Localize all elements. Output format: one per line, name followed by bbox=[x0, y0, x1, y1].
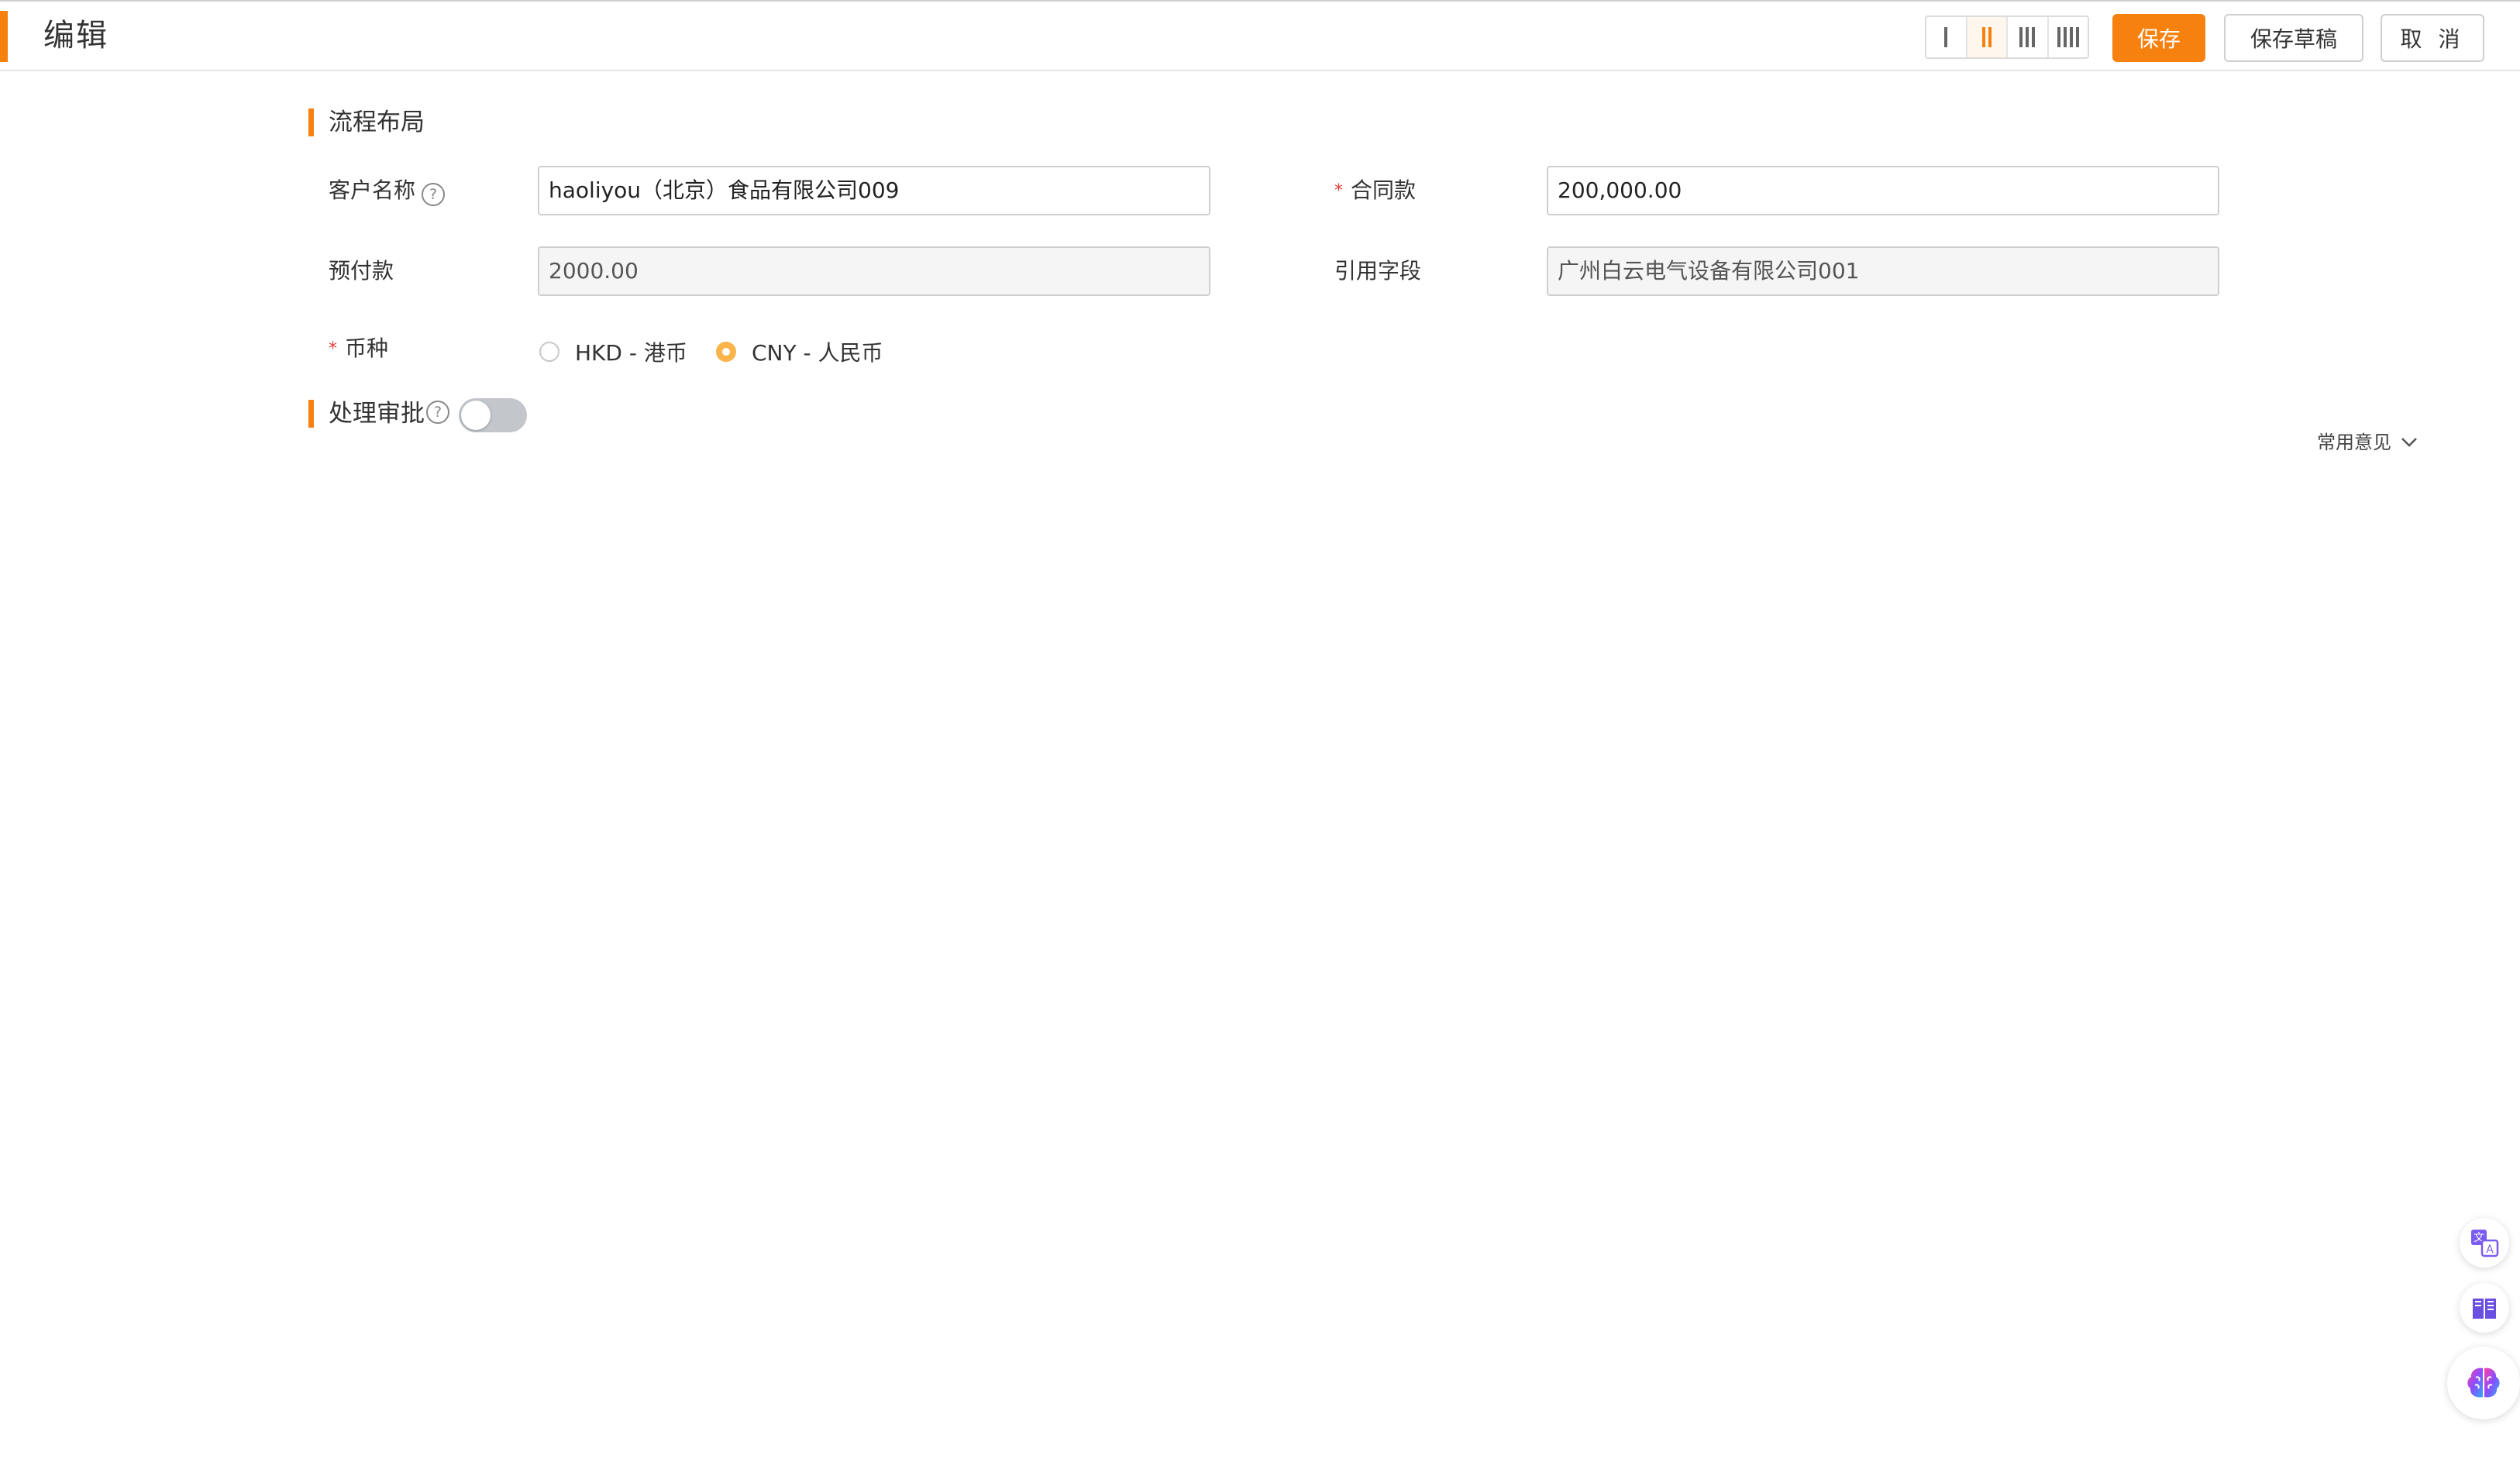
manual-button[interactable] bbox=[2460, 1283, 2509, 1333]
currency-radio-cny[interactable]: CNY - 人民币 bbox=[716, 336, 883, 367]
page: 编辑 保存 保存草稿 取 消 流程布局 客户名称? haoliyou（北京）食品… bbox=[0, 0, 2520, 1469]
layout-2-columns-button[interactable] bbox=[1967, 17, 2008, 57]
layout-1-column-button[interactable] bbox=[1926, 17, 1967, 57]
help-icon[interactable]: ? bbox=[422, 183, 446, 206]
layout-3-columns-button[interactable] bbox=[2008, 17, 2049, 57]
layout-4-columns-button[interactable] bbox=[2049, 17, 2088, 57]
three-column-icon bbox=[2019, 27, 2023, 47]
cancel-button[interactable]: 取 消 bbox=[2381, 14, 2484, 62]
currency-option-label: CNY - 人民币 bbox=[752, 340, 883, 366]
required-mark: * bbox=[1334, 181, 1343, 201]
chevron-down-icon bbox=[2401, 438, 2417, 447]
two-column-icon bbox=[1981, 27, 1985, 47]
common-opinion-label: 常用意见 bbox=[2317, 432, 2391, 453]
header-accent-bar bbox=[0, 11, 8, 62]
translate-button[interactable]: 文 A bbox=[2460, 1218, 2509, 1268]
save-draft-button[interactable]: 保存草稿 bbox=[2224, 14, 2363, 62]
prepayment-input: 2000.00 bbox=[538, 246, 1210, 296]
translate-icon: 文 A bbox=[2471, 1230, 2499, 1257]
svg-text:A: A bbox=[2486, 1244, 2494, 1256]
approval-toggle[interactable] bbox=[459, 398, 527, 432]
customer-name-input[interactable]: haoliyou（北京）食品有限公司009 bbox=[538, 166, 1210, 215]
common-opinion-dropdown[interactable]: 常用意见 bbox=[2317, 431, 2418, 454]
one-column-icon bbox=[1944, 27, 1948, 47]
section-accent-bar bbox=[308, 400, 314, 428]
customer-name-label: 客户名称? bbox=[329, 177, 446, 206]
brain-icon bbox=[2467, 1368, 2500, 1398]
toggle-knob bbox=[461, 401, 491, 430]
page-title: 编辑 bbox=[43, 18, 108, 53]
reference-field-label: 引用字段 bbox=[1334, 258, 1422, 284]
required-mark: * bbox=[329, 339, 337, 359]
column-layout-switcher bbox=[1925, 15, 2089, 59]
section-title-flow: 流程布局 bbox=[329, 108, 425, 136]
help-icon[interactable]: ? bbox=[426, 401, 449, 424]
page-header: 编辑 保存 保存草稿 取 消 bbox=[0, 0, 2520, 71]
customer-name-label-text: 客户名称 bbox=[329, 177, 416, 203]
save-button[interactable]: 保存 bbox=[2112, 14, 2205, 62]
currency-label: * 币种 bbox=[329, 335, 388, 363]
ai-assistant-button[interactable] bbox=[2447, 1347, 2520, 1419]
four-column-icon bbox=[2057, 27, 2060, 47]
book-icon bbox=[2473, 1299, 2496, 1319]
section-accent-bar bbox=[308, 108, 314, 136]
contract-amount-label: * 合同款 bbox=[1334, 177, 1416, 205]
contract-amount-label-text: 合同款 bbox=[1351, 177, 1417, 203]
radio-checked-icon bbox=[716, 342, 736, 362]
reference-field-input: 广州白云电气设备有限公司001 bbox=[1547, 246, 2219, 296]
section-title-approval: 处理审批? bbox=[329, 398, 449, 429]
currency-option-label: HKD - 港币 bbox=[575, 340, 687, 366]
contract-amount-input[interactable]: 200,000.00 bbox=[1547, 166, 2219, 215]
prepayment-label: 预付款 bbox=[329, 258, 394, 284]
approval-title-text: 处理审批 bbox=[329, 400, 425, 428]
currency-radio-hkd[interactable]: HKD - 港币 bbox=[539, 336, 687, 367]
currency-label-text: 币种 bbox=[345, 335, 389, 361]
radio-unchecked-icon bbox=[539, 342, 559, 362]
